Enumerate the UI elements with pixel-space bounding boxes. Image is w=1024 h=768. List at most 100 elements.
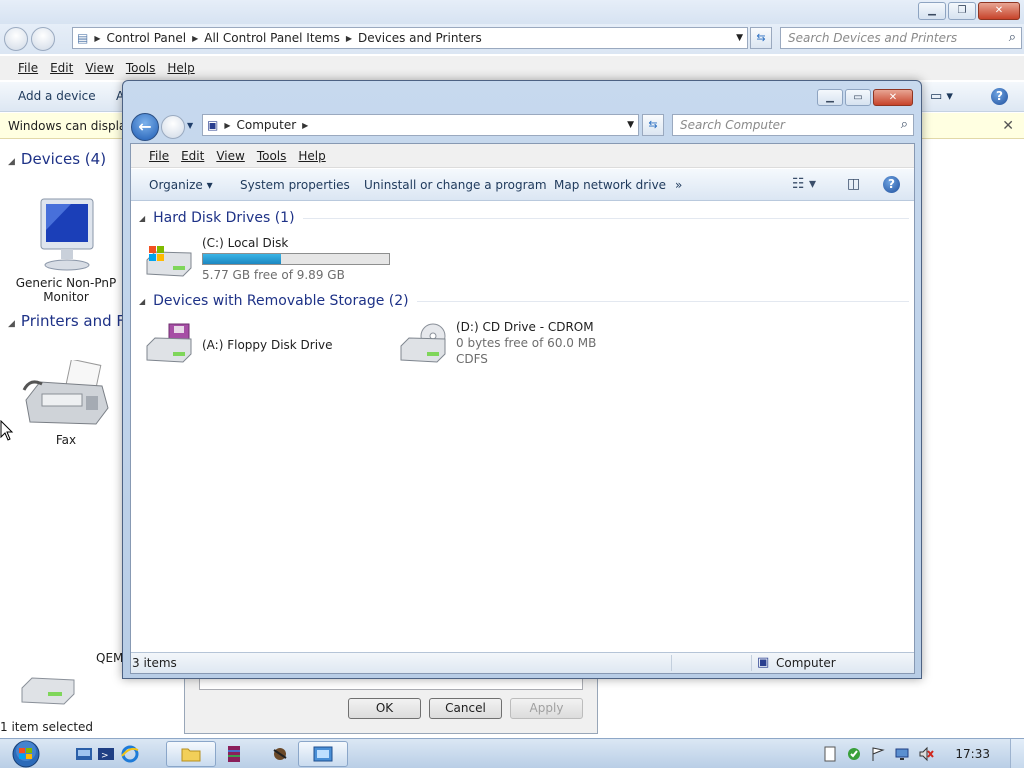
search-icon[interactable]: ⌕ xyxy=(901,115,908,135)
close-button[interactable]: ✕ xyxy=(873,89,913,106)
taskbar-explorer-button[interactable] xyxy=(166,741,216,767)
help-icon[interactable]: ? xyxy=(883,176,900,193)
server-manager-icon[interactable] xyxy=(74,744,94,764)
chevron-right-icon: ▶ xyxy=(224,120,231,130)
maximize-button[interactable]: ▭ xyxy=(845,89,871,106)
menu-view[interactable]: View xyxy=(79,61,119,75)
minimize-button[interactable]: ▁ xyxy=(918,2,946,20)
status-text: 1 item selected xyxy=(0,720,94,734)
menu-file[interactable]: File xyxy=(12,61,44,75)
recent-pages-icon[interactable]: ▼ xyxy=(187,121,193,130)
change-view-icon[interactable]: ☷ ▾ xyxy=(792,176,816,192)
internet-explorer-icon[interactable] xyxy=(120,744,140,764)
notes-tray-icon[interactable] xyxy=(822,746,838,762)
winrar-icon[interactable] xyxy=(224,744,244,764)
ok-button[interactable]: OK xyxy=(348,698,421,719)
group-divider xyxy=(302,217,909,219)
forward-button[interactable] xyxy=(31,27,55,51)
menu-help[interactable]: Help xyxy=(292,149,331,163)
chevron-right-icon: ▶ xyxy=(192,33,199,43)
application-icon[interactable] xyxy=(270,744,290,764)
address-bar[interactable]: ▣ ▶ Computer ▶ ▼ xyxy=(202,114,639,136)
restore-button[interactable]: ❐ xyxy=(948,2,976,20)
chevron-down-icon[interactable]: ▼ xyxy=(627,120,634,130)
start-button[interactable] xyxy=(7,740,45,768)
item-count: 3 items xyxy=(132,656,177,670)
hdd-group-label: Hard Disk Drives (1) xyxy=(153,210,295,226)
action-center-flag-icon[interactable] xyxy=(870,746,886,762)
preview-pane-icon[interactable]: ◫ xyxy=(847,176,860,192)
drive-a[interactable]: (A:) Floppy Disk Drive xyxy=(145,320,385,368)
volume-muted-icon[interactable] xyxy=(918,746,934,762)
taskbar-control-panel-button[interactable] xyxy=(298,741,348,767)
removable-group-label: Devices with Removable Storage (2) xyxy=(153,293,409,309)
drive-device-icon[interactable] xyxy=(18,672,78,711)
uninstall-program-button[interactable]: Uninstall or change a program xyxy=(364,178,547,192)
menu-edit[interactable]: Edit xyxy=(175,149,210,163)
hard-drive-icon xyxy=(21,677,75,705)
drives-list: ◢ Hard Disk Drives (1) (C:) Local Disk 5… xyxy=(131,202,914,652)
chevron-down-icon[interactable]: ▼ xyxy=(736,33,743,43)
menu-edit[interactable]: Edit xyxy=(44,61,79,75)
more-commands-button[interactable]: » xyxy=(675,178,682,192)
info-bar-text: Windows can display xyxy=(8,119,134,133)
svg-text:>: > xyxy=(101,751,109,761)
device-label: Generic Non-PnP xyxy=(15,276,117,290)
minimize-button[interactable]: ▁ xyxy=(817,89,843,106)
chevron-right-icon: ▶ xyxy=(94,33,101,43)
drive-c[interactable]: (C:) Local Disk 5.77 GB free of 9.89 GB xyxy=(145,236,405,282)
menu-file[interactable]: File xyxy=(143,149,175,163)
drive-free-space: 5.77 GB free of 9.89 GB xyxy=(202,268,345,282)
refresh-button[interactable]: ⇆ xyxy=(642,114,664,136)
view-options-icon[interactable]: ▭ ▾ xyxy=(930,89,953,104)
search-input[interactable]: Search Devices and Printers ⌕ xyxy=(780,27,1022,49)
organize-button[interactable]: Organize ▾ xyxy=(149,178,213,192)
devices-group-header[interactable]: ◢ Devices (4) xyxy=(8,150,106,168)
breadcrumb-control-panel[interactable]: Control Panel xyxy=(103,31,191,45)
apply-button[interactable]: Apply xyxy=(510,698,583,719)
close-icon[interactable]: ✕ xyxy=(1002,113,1014,139)
computer-icon: ▣ xyxy=(757,655,770,670)
drive-file-system: CDFS xyxy=(456,352,488,366)
caption-buttons: ▁ ▭ ✕ xyxy=(817,89,913,106)
fax-icon xyxy=(22,358,109,425)
network-tray-icon[interactable] xyxy=(894,746,910,762)
search-placeholder: Search Devices and Printers xyxy=(788,31,958,45)
collapse-icon: ◢ xyxy=(139,213,146,223)
refresh-button[interactable]: ⇆ xyxy=(750,27,772,49)
system-properties-button[interactable]: System properties xyxy=(240,178,350,192)
show-desktop-button[interactable] xyxy=(1010,739,1024,768)
breadcrumb-devices-printers[interactable]: Devices and Printers xyxy=(354,31,486,45)
menu-view[interactable]: View xyxy=(210,149,250,163)
breadcrumb-computer[interactable]: Computer xyxy=(233,118,301,132)
close-button[interactable]: ✕ xyxy=(978,2,1020,20)
forward-button[interactable] xyxy=(161,115,185,139)
clock[interactable]: 17:33 xyxy=(955,747,990,761)
map-network-drive-button[interactable]: Map network drive xyxy=(554,178,666,192)
computer-window: ▁ ▭ ✕ ← ▼ ▣ ▶ Computer ▶ ▼ ⇆ Search Comp… xyxy=(122,80,922,679)
back-button[interactable]: ← xyxy=(131,113,159,141)
menu-help[interactable]: Help xyxy=(161,61,200,75)
hdd-group-header[interactable]: ◢ Hard Disk Drives (1) xyxy=(139,210,909,226)
security-tray-icon[interactable] xyxy=(846,746,862,762)
back-button[interactable] xyxy=(4,27,28,51)
device-monitor[interactable]: Generic Non-PnP Monitor xyxy=(14,195,118,304)
search-input[interactable]: Search Computer ⌕ xyxy=(672,114,914,136)
menu-tools[interactable]: Tools xyxy=(251,149,293,163)
control-panel-icon xyxy=(313,746,333,762)
powershell-icon[interactable]: > xyxy=(96,744,116,764)
device-label: Fax xyxy=(55,433,77,447)
search-icon[interactable]: ⌕ xyxy=(1009,28,1016,48)
disk-usage-fill xyxy=(203,254,282,264)
add-device-button[interactable]: Add a device xyxy=(18,89,96,103)
address-bar[interactable]: ▤ ▶ Control Panel ▶ All Control Panel It… xyxy=(72,27,748,49)
drive-name: (D:) CD Drive - CDROM xyxy=(456,320,594,334)
partial-device-label: QEM xyxy=(96,651,124,665)
device-fax[interactable]: Fax xyxy=(14,358,118,447)
drive-d[interactable]: (D:) CD Drive - CDROM 0 bytes free of 60… xyxy=(399,320,629,370)
help-icon[interactable]: ? xyxy=(991,88,1008,105)
breadcrumb-all-items[interactable]: All Control Panel Items xyxy=(200,31,344,45)
menu-tools[interactable]: Tools xyxy=(120,61,162,75)
cancel-button[interactable]: Cancel xyxy=(429,698,502,719)
removable-group-header[interactable]: ◢ Devices with Removable Storage (2) xyxy=(139,293,909,309)
